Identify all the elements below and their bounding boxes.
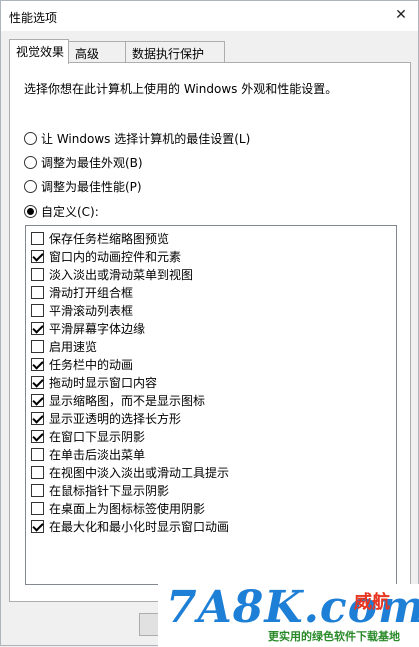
list-item[interactable]: 显示亚透明的选择长方形 bbox=[31, 410, 181, 426]
option-label: 淡入淡出或滑动菜单到视图 bbox=[49, 267, 194, 282]
checkbox[interactable] bbox=[31, 249, 44, 263]
checkbox[interactable] bbox=[31, 321, 44, 335]
checkbox[interactable] bbox=[31, 267, 44, 281]
checkbox[interactable] bbox=[31, 465, 44, 479]
option-label: 保存任务栏缩略图预览 bbox=[49, 231, 170, 246]
option-label: 在桌面上为图标标签使用阴影 bbox=[49, 501, 206, 516]
list-item[interactable]: 在桌面上为图标标签使用阴影 bbox=[31, 500, 205, 516]
tab-visual-effects[interactable]: 视觉效果 bbox=[9, 39, 69, 64]
list-item[interactable]: 在最大化和最小化时显示窗口动画 bbox=[31, 518, 229, 534]
radio-let-windows-choose[interactable]: 让 Windows 选择计算机的最佳设置(L) bbox=[24, 130, 250, 146]
checkbox[interactable] bbox=[31, 303, 44, 317]
checkbox[interactable] bbox=[31, 393, 44, 407]
radio-custom[interactable]: 自定义(C): bbox=[24, 203, 99, 219]
list-item[interactable]: 任务栏中的动画 bbox=[31, 356, 133, 372]
option-label: 平滑滚动列表框 bbox=[49, 303, 134, 318]
checkbox[interactable] bbox=[31, 231, 44, 245]
checkbox[interactable] bbox=[31, 411, 44, 425]
option-label: 启用速览 bbox=[49, 339, 98, 354]
list-item[interactable]: 在视图中淡入淡出或滑动工具提示 bbox=[31, 464, 229, 480]
option-label: 显示缩略图，而不是显示图标 bbox=[49, 393, 206, 408]
option-label: 滑动打开组合框 bbox=[49, 285, 134, 300]
checkbox[interactable] bbox=[31, 501, 44, 515]
tab-panel: 选择你想在此计算机上使用的 Windows 外观和性能设置。 让 Windows… bbox=[9, 62, 411, 602]
checkbox[interactable] bbox=[31, 285, 44, 299]
option-label: 平滑屏幕字体边缘 bbox=[49, 321, 146, 336]
option-label: 窗口内的动画控件和元素 bbox=[49, 249, 182, 264]
option-label: 在单击后淡出菜单 bbox=[49, 447, 146, 462]
watermark-slogan: 更实用的绿色软件下载基地 bbox=[268, 630, 400, 643]
checkbox[interactable] bbox=[31, 357, 44, 371]
title-bar: 性能选项 ✕ bbox=[1, 1, 418, 31]
tab-data-execution-prevention[interactable]: 数据执行保护 bbox=[125, 41, 225, 63]
radio-label: 让 Windows 选择计算机的最佳设置(L) bbox=[41, 131, 251, 146]
radio-button[interactable] bbox=[24, 204, 37, 218]
list-item[interactable]: 在单击后淡出菜单 bbox=[31, 446, 145, 462]
checkbox[interactable] bbox=[31, 339, 44, 353]
option-label: 在最大化和最小化时显示窗口动画 bbox=[49, 519, 230, 534]
radio-button[interactable] bbox=[24, 131, 37, 145]
performance-options-dialog: 性能选项 ✕ 视觉效果 高级 数据执行保护 选择你想在此计算机上使用的 Wind… bbox=[0, 0, 419, 647]
list-item[interactable]: 保存任务栏缩略图预览 bbox=[31, 230, 169, 246]
list-item[interactable]: 淡入淡出或滑动菜单到视图 bbox=[31, 266, 193, 282]
list-item[interactable]: 平滑滚动列表框 bbox=[31, 302, 133, 318]
list-item[interactable]: 在窗口下显示阴影 bbox=[31, 428, 145, 444]
watermark: 7A8K.com 威航 更实用的绿色软件下载基地 bbox=[158, 584, 419, 647]
checkbox[interactable] bbox=[31, 483, 44, 497]
list-item[interactable]: 拖动时显示窗口内容 bbox=[31, 374, 157, 390]
list-item[interactable]: 滑动打开组合框 bbox=[31, 284, 133, 300]
radio-label: 自定义(C): bbox=[41, 204, 99, 219]
visual-effects-list[interactable]: 保存任务栏缩略图预览 窗口内的动画控件和元素 淡入淡出或滑动菜单到视图 滑动打开… bbox=[25, 225, 397, 585]
list-item[interactable]: 在鼠标指针下显示阴影 bbox=[31, 482, 169, 498]
radio-best-appearance[interactable]: 调整为最佳外观(B) bbox=[24, 154, 143, 170]
option-label: 在视图中淡入淡出或滑动工具提示 bbox=[49, 465, 230, 480]
tab-advanced[interactable]: 高级 bbox=[68, 41, 126, 63]
list-item[interactable]: 窗口内的动画控件和元素 bbox=[31, 248, 181, 264]
option-label: 任务栏中的动画 bbox=[49, 357, 134, 372]
radio-button[interactable] bbox=[24, 155, 37, 169]
list-item[interactable]: 显示缩略图，而不是显示图标 bbox=[31, 392, 205, 408]
checkbox[interactable] bbox=[31, 519, 44, 533]
radio-label: 调整为最佳性能(P) bbox=[41, 179, 142, 194]
window-title: 性能选项 bbox=[9, 11, 58, 25]
radio-button[interactable] bbox=[24, 179, 37, 193]
option-label: 在窗口下显示阴影 bbox=[49, 429, 146, 444]
list-item[interactable]: 平滑屏幕字体边缘 bbox=[31, 320, 145, 336]
radio-label: 调整为最佳外观(B) bbox=[41, 155, 143, 170]
checkbox[interactable] bbox=[31, 447, 44, 461]
checkbox[interactable] bbox=[31, 429, 44, 443]
list-item[interactable]: 启用速览 bbox=[31, 338, 97, 354]
checkbox[interactable] bbox=[31, 375, 44, 389]
radio-best-performance[interactable]: 调整为最佳性能(P) bbox=[24, 178, 142, 194]
description-text: 选择你想在此计算机上使用的 Windows 外观和性能设置。 bbox=[24, 82, 338, 96]
option-label: 显示亚透明的选择长方形 bbox=[49, 411, 182, 426]
option-label: 在鼠标指针下显示阴影 bbox=[49, 483, 170, 498]
close-icon[interactable]: ✕ bbox=[394, 8, 408, 22]
watermark-cn-name: 威航 bbox=[354, 592, 390, 613]
option-label: 拖动时显示窗口内容 bbox=[49, 375, 158, 390]
